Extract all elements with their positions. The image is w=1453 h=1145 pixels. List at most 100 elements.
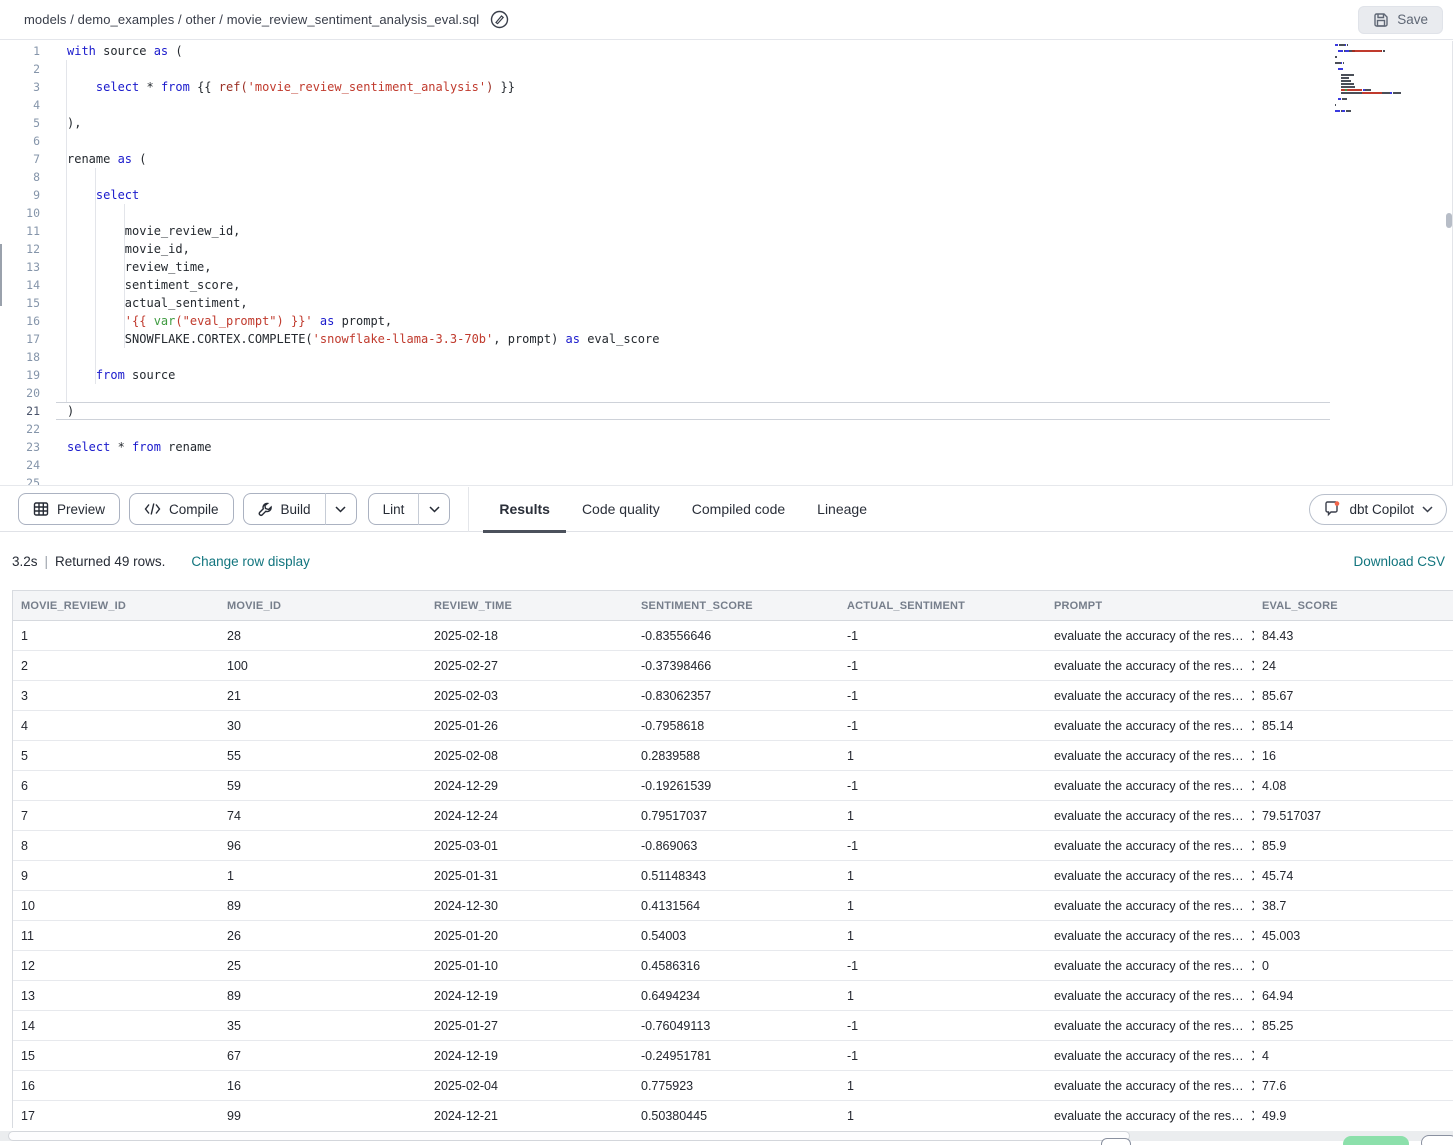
code-line[interactable]: review_time, bbox=[67, 258, 1333, 276]
partial-green-pill-button[interactable] bbox=[1343, 1136, 1409, 1145]
change-row-display-link[interactable]: Change row display bbox=[191, 554, 310, 569]
lint-split-button: Lint bbox=[368, 493, 451, 525]
line-number: 12 bbox=[0, 240, 44, 258]
table-cell: 2024-12-21 bbox=[426, 1101, 633, 1130]
prompt-cell[interactable]: evaluate the accuracy of the res… bbox=[1046, 771, 1254, 800]
table-cell: 1 bbox=[13, 621, 219, 650]
horizontal-scrollbar-thumb[interactable] bbox=[8, 1131, 1130, 1141]
line-number: 15 bbox=[0, 294, 44, 312]
column-header: REVIEW_TIME bbox=[426, 591, 633, 620]
prompt-cell[interactable]: evaluate the accuracy of the res… bbox=[1046, 741, 1254, 770]
tab-code-quality[interactable]: Code quality bbox=[566, 487, 676, 532]
prompt-cell[interactable]: evaluate the accuracy of the res… bbox=[1046, 1071, 1254, 1100]
prompt-cell[interactable]: evaluate the accuracy of the res… bbox=[1046, 651, 1254, 680]
code-line[interactable] bbox=[67, 204, 1333, 222]
preview-button[interactable]: Preview bbox=[18, 493, 120, 525]
table-cell: -0.76049113 bbox=[633, 1011, 839, 1040]
code-line[interactable] bbox=[67, 168, 1333, 186]
build-button[interactable]: Build bbox=[243, 493, 325, 525]
table-cell: 45.74 bbox=[1254, 861, 1453, 890]
prompt-cell[interactable]: evaluate the accuracy of the res… bbox=[1046, 801, 1254, 830]
sql-code-editor[interactable]: 1234567891011121314151617181920212223242… bbox=[0, 41, 1453, 486]
tab-compiled-code[interactable]: Compiled code bbox=[676, 487, 801, 532]
column-header: EVAL_SCORE bbox=[1254, 591, 1453, 620]
tab-lineage[interactable]: Lineage bbox=[801, 487, 883, 532]
code-line[interactable] bbox=[67, 132, 1333, 150]
code-line[interactable] bbox=[67, 348, 1333, 366]
code-line[interactable] bbox=[67, 96, 1333, 114]
line-number: 5 bbox=[0, 114, 44, 132]
code-line[interactable]: ), bbox=[67, 114, 1333, 132]
file-header: models / demo_examples / other / movie_r… bbox=[0, 0, 1453, 40]
code-line[interactable]: actual_sentiment, bbox=[67, 294, 1333, 312]
partial-bottom-button[interactable] bbox=[1101, 1138, 1131, 1145]
code-line[interactable] bbox=[67, 60, 1333, 78]
code-brackets-icon bbox=[144, 502, 161, 516]
sidebar-drag-handle[interactable] bbox=[0, 244, 2, 306]
compile-button[interactable]: Compile bbox=[129, 493, 234, 525]
table-cell: 4.08 bbox=[1254, 771, 1453, 800]
code-line[interactable]: select * from {{ ref('movie_review_senti… bbox=[67, 78, 1333, 96]
table-cell: 85.14 bbox=[1254, 711, 1453, 740]
code-line[interactable]: select * from rename bbox=[67, 438, 1333, 456]
save-button[interactable]: Save bbox=[1358, 6, 1443, 34]
code-line[interactable] bbox=[67, 474, 1333, 486]
tab-results[interactable]: Results bbox=[483, 487, 566, 532]
code-line[interactable]: '{{ var("eval_prompt") }}' as prompt, bbox=[67, 312, 1333, 330]
code-text[interactable]: with source as ( select * from {{ ref('m… bbox=[67, 42, 1333, 486]
table-cell: 2024-12-30 bbox=[426, 891, 633, 920]
prompt-cell[interactable]: evaluate the accuracy of the res… bbox=[1046, 861, 1254, 890]
prompt-cell[interactable]: evaluate the accuracy of the res… bbox=[1046, 951, 1254, 980]
code-line[interactable] bbox=[67, 420, 1333, 438]
table-cell: -0.7958618 bbox=[633, 711, 839, 740]
code-line[interactable]: select bbox=[67, 186, 1333, 204]
prompt-cell[interactable]: evaluate the accuracy of the res… bbox=[1046, 831, 1254, 860]
code-line[interactable]: movie_id, bbox=[67, 240, 1333, 258]
code-line[interactable]: with source as ( bbox=[67, 42, 1333, 60]
table-cell: -0.83062357 bbox=[633, 681, 839, 710]
prompt-preview-text: evaluate the accuracy of the res… bbox=[1054, 989, 1244, 1003]
lint-options-chevron[interactable] bbox=[418, 493, 450, 525]
download-csv-link[interactable]: Download CSV bbox=[1353, 554, 1445, 569]
column-header: PROMPT bbox=[1046, 591, 1254, 620]
table-cell: 2025-02-04 bbox=[426, 1071, 633, 1100]
code-line[interactable] bbox=[67, 384, 1333, 402]
line-number: 21 bbox=[0, 402, 44, 420]
build-options-chevron[interactable] bbox=[325, 493, 357, 525]
dbt-copilot-button[interactable]: dbt Copilot bbox=[1309, 494, 1447, 525]
lint-button[interactable]: Lint bbox=[368, 493, 419, 525]
prompt-cell[interactable]: evaluate the accuracy of the res… bbox=[1046, 1101, 1254, 1130]
table-cell: 0.2839588 bbox=[633, 741, 839, 770]
line-number: 16 bbox=[0, 312, 44, 330]
prompt-cell[interactable]: evaluate the accuracy of the res… bbox=[1046, 891, 1254, 920]
file-actions-button[interactable] bbox=[489, 10, 509, 30]
table-row: 912025-01-310.511483431evaluate the accu… bbox=[13, 861, 1453, 891]
prompt-cell[interactable]: evaluate the accuracy of the res… bbox=[1046, 711, 1254, 740]
table-row: 8962025-03-01-0.869063-1evaluate the acc… bbox=[13, 831, 1453, 861]
code-line[interactable]: rename as ( bbox=[67, 150, 1333, 168]
code-line[interactable]: from source bbox=[67, 366, 1333, 384]
code-line[interactable] bbox=[67, 456, 1333, 474]
code-line[interactable]: movie_review_id, bbox=[67, 222, 1333, 240]
query-elapsed-time: 3.2s bbox=[12, 554, 38, 569]
edit-circle-icon bbox=[490, 10, 509, 29]
editor-minimap[interactable] bbox=[1335, 44, 1431, 119]
prompt-preview-text: evaluate the accuracy of the res… bbox=[1054, 959, 1244, 973]
code-line[interactable]: ) bbox=[67, 402, 1333, 420]
line-number: 7 bbox=[0, 150, 44, 168]
line-number: 23 bbox=[0, 438, 44, 456]
table-cell: 2025-02-03 bbox=[426, 681, 633, 710]
prompt-cell[interactable]: evaluate the accuracy of the res… bbox=[1046, 681, 1254, 710]
prompt-cell[interactable]: evaluate the accuracy of the res… bbox=[1046, 621, 1254, 650]
prompt-cell[interactable]: evaluate the accuracy of the res… bbox=[1046, 981, 1254, 1010]
prompt-cell[interactable]: evaluate the accuracy of the res… bbox=[1046, 1011, 1254, 1040]
table-cell: -0.24951781 bbox=[633, 1041, 839, 1070]
table-cell: 35 bbox=[219, 1011, 426, 1040]
code-line[interactable]: sentiment_score, bbox=[67, 276, 1333, 294]
prompt-cell[interactable]: evaluate the accuracy of the res… bbox=[1046, 921, 1254, 950]
prompt-preview-text: evaluate the accuracy of the res… bbox=[1054, 839, 1244, 853]
prompt-cell[interactable]: evaluate the accuracy of the res… bbox=[1046, 1041, 1254, 1070]
code-line[interactable]: SNOWFLAKE.CORTEX.COMPLETE('snowflake-lla… bbox=[67, 330, 1333, 348]
prompt-preview-text: evaluate the accuracy of the res… bbox=[1054, 689, 1244, 703]
partial-bottom-button-2[interactable] bbox=[1421, 1135, 1453, 1145]
